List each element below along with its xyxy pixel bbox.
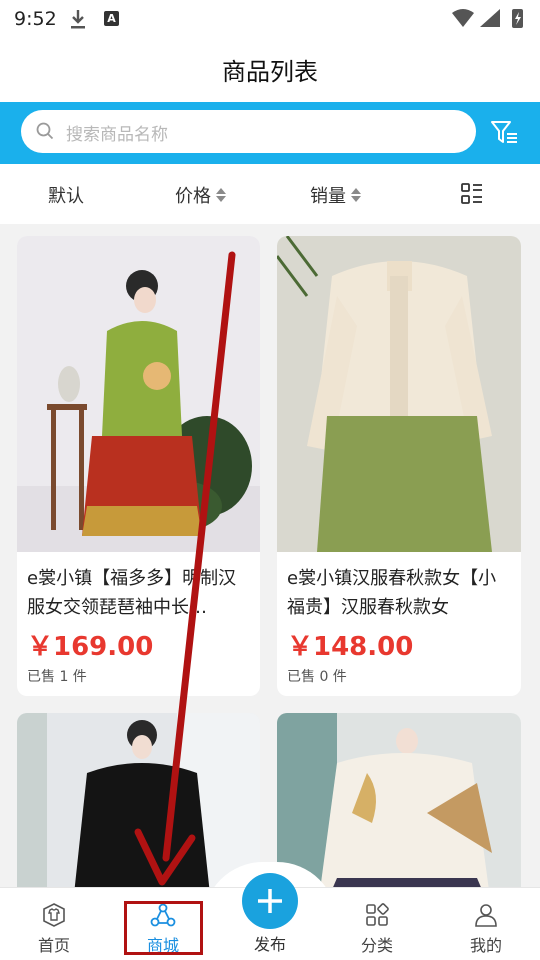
screen: 9:52 A 商品列表 搜索商品名称 默认 价格 销量 e裳小镇【福多多】明制汉…	[0, 0, 540, 960]
product-image	[277, 236, 521, 552]
sort-arrows-icon	[351, 187, 361, 203]
wifi-icon	[452, 9, 474, 27]
nav-mine[interactable]: 我的	[441, 888, 531, 960]
download-icon	[71, 10, 85, 29]
sort-sales-label: 销量	[310, 186, 346, 207]
product-name: e裳小镇【福多多】明制汉服女交领琵琶袖中长…	[27, 568, 237, 618]
status-bar: 9:52 A	[0, 0, 540, 38]
sort-default[interactable]: 默认	[48, 182, 84, 208]
nav-home[interactable]: 首页	[9, 888, 99, 960]
sort-default-label: 默认	[48, 186, 84, 207]
status-time: 9:52	[14, 8, 57, 30]
system-status-icons	[452, 9, 523, 28]
product-price: ￥148.00	[287, 632, 414, 662]
product-price: ￥169.00	[27, 632, 154, 662]
sort-price[interactable]: 价格	[175, 182, 226, 208]
nav-home-label: 首页	[37, 936, 70, 955]
sort-arrows-icon	[216, 187, 226, 203]
title-bar: 商品列表	[0, 38, 540, 102]
sort-bar: 默认 价格 销量	[0, 164, 540, 224]
nav-category[interactable]: 分类	[332, 888, 422, 960]
product-image	[17, 236, 260, 552]
product-card[interactable]: e裳小镇【福多多】明制汉服女交领琵琶袖中长… ￥169.00 已售 1 件	[17, 236, 260, 696]
sort-price-label: 价格	[175, 186, 211, 207]
publish-button[interactable]	[242, 873, 298, 929]
product-name: e裳小镇汉服春秋款女【小福贵】汉服春秋款女	[287, 568, 497, 618]
nav-category-label: 分类	[360, 936, 393, 955]
search-icon	[36, 122, 54, 140]
plus-icon	[258, 889, 282, 913]
a-notification-icon: A	[104, 11, 119, 26]
page-title: 商品列表	[222, 58, 318, 86]
product-sold-count: 已售 0 件	[287, 669, 347, 685]
sort-sales[interactable]: 销量	[310, 182, 361, 208]
home-shirt-icon	[43, 903, 65, 927]
product-sold-count: 已售 1 件	[27, 669, 87, 685]
signal-icon	[480, 9, 500, 27]
nav-publish-label: 发布	[253, 935, 286, 954]
user-icon	[475, 904, 497, 927]
filter-icon[interactable]	[490, 118, 520, 148]
nav-mine-label: 我的	[469, 936, 502, 955]
product-card[interactable]: e裳小镇汉服春秋款女【小福贵】汉服春秋款女 ￥148.00 已售 0 件	[277, 236, 521, 696]
grid-list-icon[interactable]	[460, 182, 484, 206]
search-input[interactable]: 搜索商品名称	[21, 110, 476, 153]
annotation-highlight-box	[124, 901, 203, 955]
search-band: 搜索商品名称	[0, 102, 540, 164]
search-placeholder: 搜索商品名称	[66, 125, 168, 145]
category-icon	[366, 903, 389, 926]
